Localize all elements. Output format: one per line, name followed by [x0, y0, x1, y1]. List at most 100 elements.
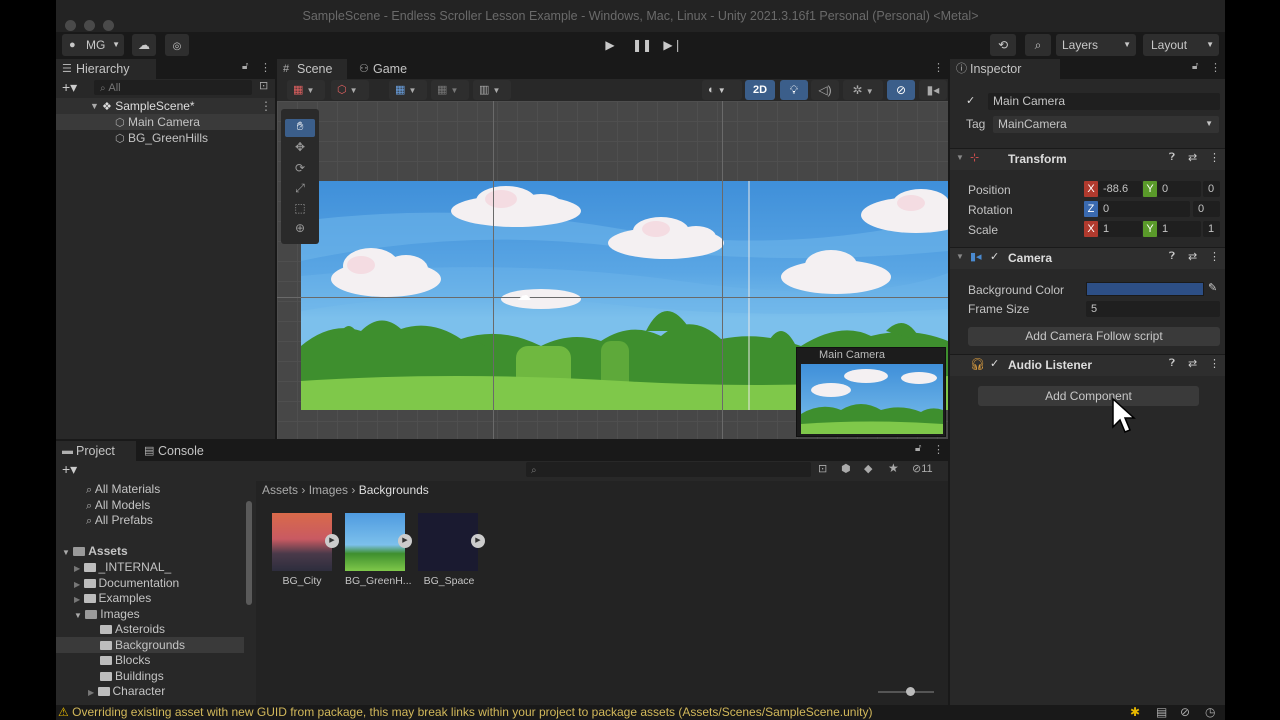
position-y-axis[interactable]: Y [1143, 181, 1157, 197]
active-checkbox[interactable]: ✓ [966, 94, 975, 107]
render-mode-button[interactable]: ⬡ ▼ [331, 80, 369, 100]
account-dropdown[interactable]: ● MG ▼ [62, 34, 124, 56]
snap-settings-button[interactable]: ▥ ▼ [473, 80, 511, 100]
hierarchy-item-bg-greenhills[interactable]: ⬡ BG_GreenHills [56, 130, 275, 146]
help-icon[interactable]: ❓︎ [1169, 251, 1175, 262]
add-icon[interactable]: +▾ [62, 461, 77, 478]
lock-icon[interactable]: 🔓︎ [1192, 61, 1198, 72]
tree-character[interactable]: ▶ Character [88, 683, 165, 699]
position-x-axis[interactable]: X [1084, 181, 1098, 197]
favorite-all-models[interactable]: ⌕ All Models [86, 497, 150, 513]
tab-console[interactable]: ▤ Console [138, 441, 218, 461]
play-icon[interactable]: ▶ [398, 534, 412, 548]
add-icon[interactable]: +▾ [62, 79, 77, 96]
position-z-field[interactable]: 0 [1203, 181, 1220, 197]
scale-tool[interactable]: ⤢ [285, 181, 315, 199]
tree-assets[interactable]: ▼ Assets [62, 543, 128, 559]
enabled-checkbox[interactable]: ✓ [990, 250, 999, 263]
zoom-slider-thumb[interactable] [906, 687, 915, 696]
tab-hierarchy[interactable]: ☰ Hierarchy [56, 59, 156, 79]
rect-tool[interactable]: ⬚ [285, 201, 315, 219]
more-icon[interactable]: ⋮ [1209, 357, 1220, 370]
help-icon[interactable]: ❓︎ [1169, 152, 1175, 163]
search-button[interactable]: ⌕ [1025, 34, 1051, 56]
eyedropper-icon[interactable]: ✎ [1208, 281, 1217, 294]
search-by-type-icon[interactable]: ⊡ [818, 462, 827, 475]
scene-root-row[interactable]: ▼ ❖ SampleScene* ⋮ [56, 98, 275, 114]
toggle-2d-button[interactable]: 2D [745, 80, 775, 100]
tree-internal[interactable]: ▶ _INTERNAL_ [74, 559, 171, 575]
layout-dropdown[interactable]: Layout ▼ [1143, 34, 1219, 56]
tree-examples[interactable]: ▶ Examples [74, 590, 151, 606]
shading-button[interactable]: ◐ ▼ [702, 80, 742, 100]
rotation-z-field[interactable]: 0 [1098, 201, 1190, 217]
grid-snap-button[interactable]: ▦ ▼ [389, 80, 427, 100]
project-search-input[interactable]: ⌕ [526, 462, 811, 477]
tab-inspector[interactable]: ⓘ Inspector [950, 59, 1060, 79]
rotation-extra-field[interactable]: 0 [1193, 201, 1220, 217]
visibility-button[interactable]: ⊘ [887, 80, 915, 100]
zoom-slider[interactable] [878, 687, 934, 696]
more-icon[interactable]: ⋮ [933, 443, 944, 456]
audio-listener-header[interactable]: 🎧︎ ✓ Audio Listener ❓︎ ⇄ ⋮ [950, 354, 1225, 376]
rotation-z-axis[interactable]: Z [1084, 201, 1098, 217]
play-button[interactable]: ▶ [596, 34, 624, 56]
cloud-button[interactable]: ☁ [132, 34, 156, 56]
hierarchy-search-input[interactable]: ⌕ All [94, 80, 252, 95]
history-button[interactable]: ⟲ [990, 34, 1016, 56]
filter-type-icon[interactable]: ⬢ [841, 462, 851, 475]
scale-x-axis[interactable]: X [1084, 221, 1098, 237]
camera-header[interactable]: ▼ ▮◂ ✓ Camera ❓︎ ⇄ ⋮ [950, 247, 1225, 269]
lock-icon[interactable]: 🔓︎ [915, 443, 921, 454]
pause-button[interactable]: ❚❚ [628, 34, 656, 56]
enabled-checkbox[interactable]: ✓ [990, 357, 999, 370]
play-icon[interactable]: ▶ [325, 534, 339, 548]
lock-icon[interactable]: 🔓︎ [242, 61, 248, 72]
scale-z-field[interactable]: 1 [1203, 221, 1220, 237]
lighting-button[interactable]: 💡︎ [780, 80, 808, 100]
move-tool[interactable]: ✥ [285, 140, 315, 158]
tree-documentation[interactable]: ▶ Documentation [74, 575, 179, 591]
help-icon[interactable]: ❓︎ [1169, 358, 1175, 369]
hierarchy-item-main-camera[interactable]: ⬡ Main Camera [56, 114, 275, 130]
settings-icon[interactable]: ⇄ [1188, 250, 1197, 263]
transform-tool[interactable]: ⊕ [285, 221, 315, 239]
asset-bg-city[interactable]: ▶ BG_City [272, 513, 339, 593]
settings-icon[interactable]: ⇄ [1188, 151, 1197, 164]
scene-search-icon[interactable]: ⊡ [259, 79, 268, 92]
more-icon[interactable]: ⋮ [933, 61, 944, 74]
background-color-swatch[interactable] [1086, 282, 1204, 296]
tag-dropdown[interactable]: MainCamera ▼ [993, 116, 1219, 133]
network-icon[interactable]: ⊘ [1180, 705, 1190, 720]
position-x-field[interactable]: -88.6 [1098, 181, 1142, 197]
collab-button[interactable]: ◎ [165, 34, 189, 56]
scene-grid[interactable]: ☁ ✋︎ ✥ ⟳ ⤢ ⬚ ⊕ Main Camera [277, 101, 948, 439]
increment-snap-button[interactable]: ▦ ▼ [431, 80, 469, 100]
more-icon[interactable]: ⋮ [1210, 61, 1221, 74]
camera-gizmo-icon[interactable]: ☁ [517, 287, 531, 304]
tab-game[interactable]: ⚇ Game [353, 59, 423, 79]
favorite-all-prefabs[interactable]: ⌕ All Prefabs [86, 512, 153, 528]
tree-images[interactable]: ▼ Images [74, 606, 140, 622]
play-icon[interactable]: ▶ [471, 534, 485, 548]
position-y-field[interactable]: 0 [1157, 181, 1201, 197]
scale-x-field[interactable]: 1 [1098, 221, 1142, 237]
tree-scrollbar[interactable] [246, 501, 252, 605]
step-button[interactable]: ▶❘ [659, 34, 687, 56]
tab-scene[interactable]: # Scene [277, 59, 347, 79]
filter-label-icon[interactable]: ◆ [864, 462, 872, 475]
audio-button[interactable]: ◁) [811, 80, 839, 100]
tree-backgrounds[interactable]: Backgrounds [56, 637, 244, 653]
tree-asteroids[interactable]: Asteroids [100, 621, 165, 637]
tab-project[interactable]: ▬ Project [56, 441, 136, 461]
hidden-packages-icon[interactable]: ⊘11 [912, 462, 933, 475]
favorite-all-materials[interactable]: ⌕ All Materials [86, 481, 160, 497]
frame-size-field[interactable]: 5 [1086, 301, 1220, 317]
favorite-icon[interactable]: ★ [888, 461, 899, 475]
hand-tool[interactable]: ✋︎ [285, 119, 315, 137]
asset-bg-space[interactable]: ▶ BG_Space [418, 513, 485, 593]
scale-y-axis[interactable]: Y [1143, 221, 1157, 237]
layers-dropdown[interactable]: Layers ▼ [1056, 34, 1136, 56]
draw-mode-button[interactable]: ▦ ▼ [287, 80, 325, 100]
object-name-field[interactable]: Main Camera [988, 93, 1220, 110]
